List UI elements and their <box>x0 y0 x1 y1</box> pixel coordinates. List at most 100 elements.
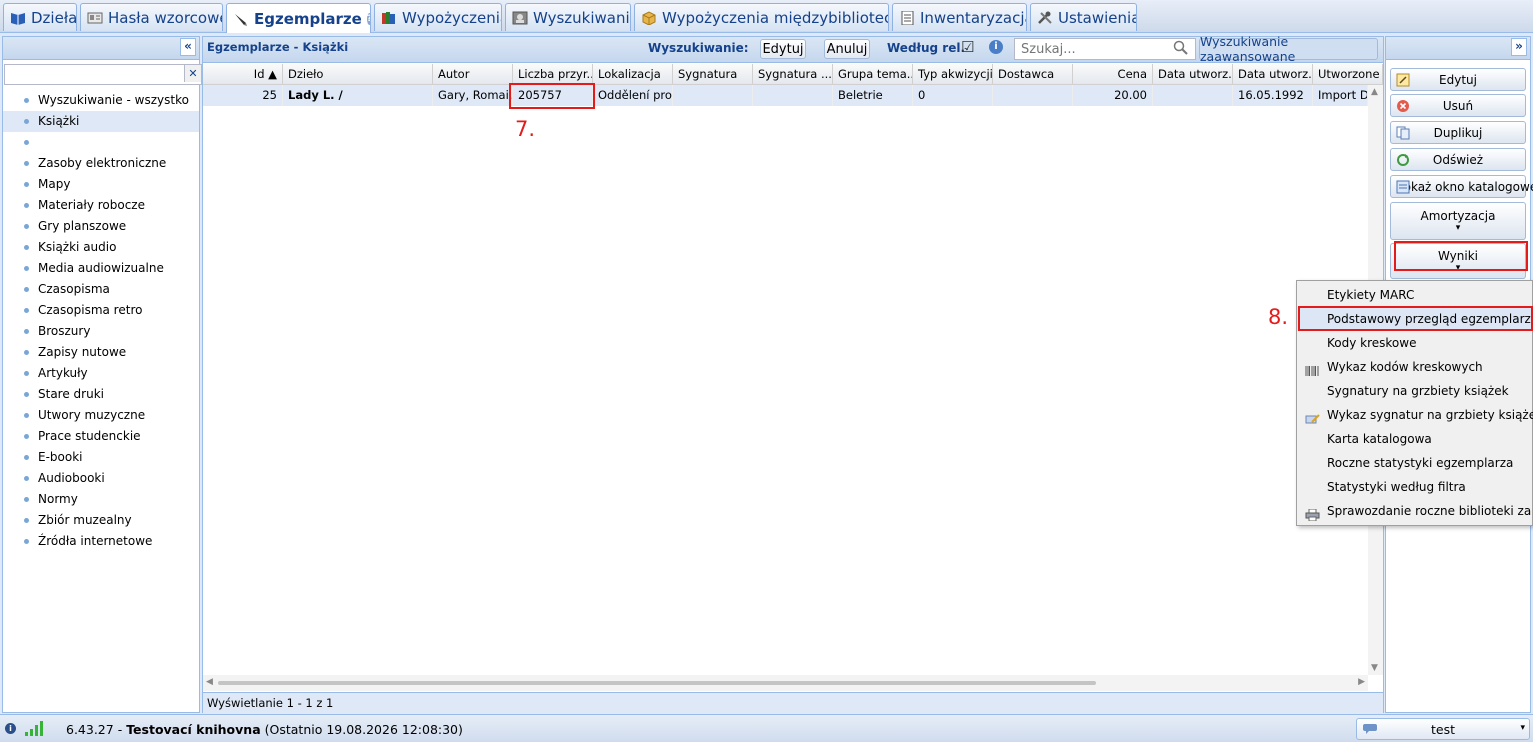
amortization-button[interactable]: Amortyzacja ▾ <box>1390 202 1526 240</box>
edit-button[interactable]: Edytuj <box>1390 68 1526 91</box>
category-item[interactable]: Media audiowizualne <box>3 258 199 279</box>
info-icon[interactable]: i <box>989 40 1003 54</box>
tab-settings[interactable]: Ustawienia <box>1030 3 1137 31</box>
col-header[interactable]: Liczba przyr... <box>513 64 593 84</box>
tab-search[interactable]: Wyszukiwanie <box>505 3 631 31</box>
menu-item-label: Wykaz kodów kreskowych <box>1327 360 1483 374</box>
col-header[interactable]: Dzieło <box>283 64 433 84</box>
category-item-selected[interactable]: Książki <box>3 111 199 132</box>
clear-filter-icon[interactable]: ✕ <box>184 65 201 82</box>
show-catalog-label: Pokaż okno katalogowe <box>1396 179 1533 194</box>
library-name: Testovací knihovna <box>126 722 261 737</box>
category-item[interactable]: Wyszukiwanie - wszystko <box>3 90 199 111</box>
advanced-search-button[interactable]: Wyszukiwanie zaawansowane <box>1199 34 1378 64</box>
category-item[interactable]: Książki audio <box>3 237 199 258</box>
menu-item-catalog-card[interactable]: Karta katalogowa <box>1297 427 1532 451</box>
tab-label: Dzieła <box>31 8 77 27</box>
refresh-icon <box>1396 153 1410 167</box>
search-input[interactable] <box>1014 38 1196 60</box>
col-header[interactable]: Data utworz... <box>1153 64 1233 84</box>
duplicate-button[interactable]: Duplikuj <box>1390 121 1526 144</box>
tab-authority[interactable]: Hasła wzorcowe <box>80 3 223 31</box>
category-item[interactable]: Czasopisma <box>3 279 199 300</box>
cell-acquisition-type: 0 <box>913 85 993 106</box>
items-panel: Egzemplarze - Książki Wyszukiwanie: Edyt… <box>202 34 1384 713</box>
category-item[interactable]: Audiobooki <box>3 468 199 489</box>
cell-signature-2 <box>753 85 833 106</box>
menu-item-filter-stats[interactable]: Statystyki według filtra <box>1297 475 1532 499</box>
search-cancel-button[interactable]: Anuluj <box>824 39 870 59</box>
status-info-icon[interactable]: i <box>5 723 16 734</box>
box-icon <box>641 10 657 26</box>
user-menu-button[interactable]: test ▾ <box>1356 718 1530 740</box>
user-name: test <box>1430 722 1455 737</box>
category-item[interactable]: Zbiór muzealny <box>3 510 199 531</box>
category-item[interactable]: Gry planszowe <box>3 216 199 237</box>
relevance-checkbox[interactable]: ☑ <box>961 38 974 56</box>
cell-location: Oddělení pro... <box>593 85 673 106</box>
scroll-down-icon[interactable]: ▼ <box>1371 663 1378 673</box>
collapse-left-icon[interactable]: « <box>180 38 196 56</box>
menu-item-label: Etykiety MARC <box>1327 288 1415 302</box>
refresh-button[interactable]: Odśwież <box>1390 148 1526 171</box>
col-header[interactable]: Lokalizacja <box>593 64 673 84</box>
scroll-up-icon[interactable]: ▲ <box>1371 87 1378 97</box>
horizontal-scrollbar[interactable]: ◀ ▶ <box>203 675 1368 691</box>
table-row[interactable]: 25 Lady L. / Gary, Romai... 205757 Odděl… <box>203 85 1368 106</box>
col-header[interactable]: Autor <box>433 64 513 84</box>
collapse-right-icon[interactable]: » <box>1511 38 1527 56</box>
menu-item-annual-report[interactable]: Sprawozdanie roczne biblioteki za rok <box>1297 499 1533 523</box>
col-header[interactable]: Dostawca <box>993 64 1073 84</box>
delete-icon <box>1396 99 1410 113</box>
menu-item-marc-labels[interactable]: Etykiety MARC <box>1297 283 1532 307</box>
menu-item-barcode-list[interactable]: Wykaz kodów kreskowych <box>1297 355 1532 379</box>
tab-works[interactable]: Dzieła <box>3 3 77 31</box>
col-header[interactable]: Data utworz... <box>1233 64 1313 84</box>
scroll-left-icon[interactable]: ◀ <box>206 677 213 687</box>
highlight-box-results <box>1394 241 1528 271</box>
category-item[interactable] <box>3 132 199 153</box>
category-item[interactable]: Stare druki <box>3 384 199 405</box>
last-login: (Ostatnio 19.08.2026 12:08:30) <box>264 722 463 737</box>
col-header[interactable]: Utworzone ... <box>1313 64 1383 84</box>
help-icon[interactable]: ? <box>366 12 370 25</box>
col-header[interactable]: Typ akwizycji <box>913 64 993 84</box>
category-item[interactable]: Utwory muzyczne <box>3 405 199 426</box>
col-header[interactable]: Grupa tema... <box>833 64 913 84</box>
category-item[interactable]: Artykuły <box>3 363 199 384</box>
category-item[interactable]: Źródła internetowe <box>3 531 199 552</box>
tab-inventory[interactable]: Inwentaryzacja <box>892 3 1027 31</box>
menu-item-spine-label-list[interactable]: Wykaz sygnatur na grzbiety książek <box>1297 403 1533 427</box>
magnifier-icon[interactable] <box>1173 40 1189 59</box>
menu-item-spine-labels[interactable]: Sygnatury na grzbiety książek <box>1297 379 1532 403</box>
col-header[interactable]: Sygnatura <box>673 64 753 84</box>
col-header[interactable]: Id ▲ <box>203 64 283 84</box>
category-item[interactable]: Broszury <box>3 321 199 342</box>
category-item[interactable]: Czasopisma retro <box>3 300 199 321</box>
menu-item-barcodes[interactable]: Kody kreskowe <box>1297 331 1532 355</box>
scroll-right-icon[interactable]: ▶ <box>1358 677 1365 687</box>
tab-items[interactable]: Egzemplarze ? <box>226 3 371 33</box>
category-item[interactable]: Zasoby elektroniczne <box>3 153 199 174</box>
horizontal-scroll-thumb[interactable] <box>218 681 1096 685</box>
show-catalog-button[interactable]: Pokaż okno katalogowe <box>1390 175 1533 198</box>
category-item[interactable]: Normy <box>3 489 199 510</box>
tab-label: Wypożyczenia międzybiblioteczne <box>662 8 888 27</box>
search-edit-button[interactable]: Edytuj <box>760 39 806 59</box>
category-item[interactable]: Prace studenckie <box>3 426 199 447</box>
delete-button[interactable]: Usuń <box>1390 94 1526 117</box>
category-item[interactable]: Mapy <box>3 174 199 195</box>
books-icon <box>381 11 397 25</box>
col-header[interactable]: Cena <box>1073 64 1153 84</box>
paging-info: Wyświetlanie 1 - 1 z 1 <box>207 696 334 710</box>
search-mode-label: Wyszukiwanie: <box>648 41 749 55</box>
tab-interlibrary[interactable]: Wypożyczenia międzybiblioteczne <box>634 3 889 31</box>
tab-loans[interactable]: Wypożyczenia <box>374 3 502 31</box>
col-header[interactable]: Sygnatura ... <box>753 64 833 84</box>
tab-label: Ustawienia <box>1058 8 1137 27</box>
category-item[interactable]: Zapisy nutowe <box>3 342 199 363</box>
menu-item-annual-item-stats[interactable]: Roczne statystyki egzemplarza <box>1297 451 1532 475</box>
sidebar-filter-input[interactable]: ✕ <box>4 64 202 85</box>
category-item[interactable]: Materiały robocze <box>3 195 199 216</box>
category-item[interactable]: E-booki <box>3 447 199 468</box>
